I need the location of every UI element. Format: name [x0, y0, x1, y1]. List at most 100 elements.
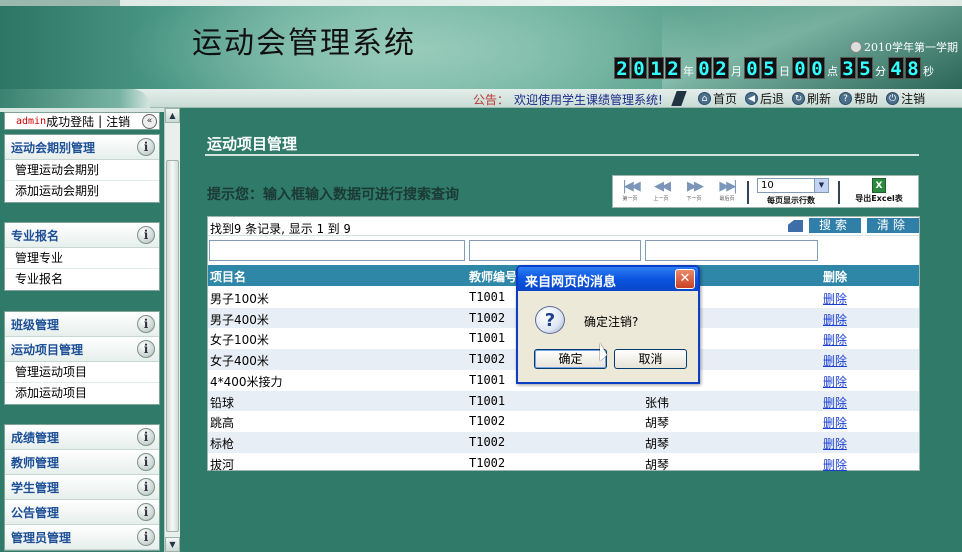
- menu-item-add-session[interactable]: 添加运动会期别: [5, 181, 159, 202]
- menu-item-manage-session[interactable]: 管理运动会期别: [5, 160, 159, 181]
- menu-group-session: 运动会期别管理 i 管理运动会期别 添加运动会期别: [4, 134, 160, 203]
- power-icon: ⏻: [886, 92, 900, 105]
- info-icon: i: [137, 528, 155, 546]
- clear-button[interactable]: 清除: [867, 218, 919, 233]
- clock-digit: 2: [614, 57, 630, 80]
- delete-link[interactable]: 删除: [823, 373, 847, 390]
- scroll-up-icon[interactable]: ▲: [165, 108, 180, 123]
- filter-input-name[interactable]: [209, 240, 465, 261]
- clock-digit: 3: [840, 57, 856, 80]
- first-page-label: 第一页: [622, 196, 638, 202]
- cancel-button[interactable]: 取消: [614, 349, 687, 369]
- home-link-label: 首页: [713, 92, 738, 106]
- next-page-icon: ▶▶: [687, 179, 704, 194]
- info-icon: i: [137, 453, 155, 471]
- system-title: 运动会管理系统: [192, 26, 416, 61]
- home-link[interactable]: ⌂ 首页: [698, 90, 737, 107]
- clock-digit: 8: [905, 57, 921, 80]
- export-excel-button[interactable]: X 导出Excel表: [843, 177, 915, 205]
- cell-teacher-name: 胡琴: [645, 436, 670, 451]
- menu-head-notice[interactable]: 公告管理 i: [5, 500, 159, 525]
- cell-teacher-id: T1001: [469, 393, 506, 408]
- back-link[interactable]: ◀ 后退: [745, 90, 784, 107]
- delete-link[interactable]: 删除: [823, 290, 847, 307]
- table-row: 跳高 T1002 胡琴 删除: [208, 411, 919, 432]
- menu-item-manage-event[interactable]: 管理运动项目: [5, 362, 159, 383]
- chevron-down-icon: ▼: [814, 179, 828, 192]
- next-page-button[interactable]: ▶▶ 下一页: [679, 180, 709, 204]
- cell-event-name: 拔河: [210, 457, 235, 472]
- menu-title: 管理员管理: [11, 530, 72, 545]
- delete-link[interactable]: 删除: [823, 331, 847, 348]
- first-page-button[interactable]: |◀◀ 第一页: [615, 180, 645, 204]
- sidebar-scrollbar[interactable]: ▲ ▼: [164, 108, 180, 552]
- question-icon: ?: [535, 306, 565, 334]
- menu-head-major[interactable]: 专业报名 i: [5, 223, 159, 248]
- notice-bar: 公告： 欢迎使用学生课绩管理系统! ⌂ 首页 ◀ 后退 ↻ 刷新 ? 帮助 ⏻ 注销: [0, 89, 962, 108]
- prev-page-button[interactable]: ◀◀ 上一页: [646, 180, 676, 204]
- filter-input-teacher[interactable]: [645, 240, 818, 261]
- delete-link[interactable]: 删除: [823, 456, 847, 473]
- pager-divider: [747, 181, 749, 204]
- digital-clock: 2012年 02月 05日 00点 35分 48秒: [614, 55, 936, 80]
- menu-head-class[interactable]: 班级管理 i: [5, 312, 159, 337]
- help-icon: ?: [839, 92, 853, 105]
- column-header-name[interactable]: 项目名: [210, 268, 246, 285]
- info-icon: i: [137, 138, 155, 156]
- refresh-link-label: 刷新: [807, 92, 832, 106]
- menu-title: 运动项目管理: [11, 342, 84, 357]
- menu-title: 公告管理: [11, 505, 60, 520]
- login-username: admin: [16, 115, 47, 127]
- cell-teacher-name: 胡琴: [645, 416, 670, 431]
- page-size-select[interactable]: 10 ▼: [757, 178, 829, 193]
- menu-head-teacher[interactable]: 教师管理 i: [5, 450, 159, 475]
- dialog-title: 来自网页的消息: [525, 275, 617, 290]
- menu-head-session[interactable]: 运动会期别管理 i: [5, 135, 159, 160]
- last-page-button[interactable]: ▶▶| 最后页: [712, 180, 742, 204]
- scrollbar-thumb[interactable]: [166, 160, 179, 532]
- cell-event-name: 女子100米: [210, 333, 269, 348]
- column-header-teacher-id[interactable]: 教师编号: [469, 268, 517, 285]
- clock-unit: 月: [731, 65, 742, 78]
- filter-input-teacher-id[interactable]: [469, 240, 641, 261]
- clock-digit: 0: [809, 57, 825, 80]
- cell-teacher-id: T1002: [469, 352, 506, 367]
- menu-head-event[interactable]: 运动项目管理 i: [5, 337, 159, 362]
- cell-event-name: 男子100米: [210, 292, 269, 306]
- menu-group-class-event: 班级管理 i 运动项目管理 i 管理运动项目 添加运动项目: [4, 311, 160, 405]
- clock-digit: 2: [665, 57, 681, 80]
- scroll-down-icon[interactable]: ▼: [165, 537, 180, 552]
- menu-head-admin[interactable]: 管理员管理 i: [5, 525, 159, 550]
- header-banner: 运动会管理系统 2010学年第一学期 2012年 02月 05日 00点 35分…: [0, 0, 962, 89]
- term-label: 2010学年第一学期: [850, 39, 958, 55]
- confirm-dialog: 来自网页的消息 ✕ ? 确定注销? 确定 取消: [516, 265, 700, 384]
- menu-head-score[interactable]: 成绩管理 i: [5, 425, 159, 450]
- menu-item-add-event[interactable]: 添加运动项目: [5, 383, 159, 404]
- menu-item-manage-major[interactable]: 管理专业: [5, 248, 159, 269]
- menu-title: 学生管理: [11, 480, 60, 495]
- cell-teacher-id: T1001: [469, 331, 506, 346]
- help-link[interactable]: ? 帮助: [839, 90, 878, 107]
- delete-link[interactable]: 删除: [823, 311, 847, 328]
- dialog-titlebar[interactable]: 来自网页的消息 ✕: [518, 267, 698, 291]
- sidebar-logout-link[interactable]: 注销: [106, 113, 130, 130]
- search-button[interactable]: 搜索: [809, 218, 861, 233]
- cell-teacher-id: T1002: [469, 310, 506, 325]
- delete-link[interactable]: 删除: [823, 352, 847, 369]
- menu-head-student[interactable]: 学生管理 i: [5, 475, 159, 500]
- page-size-value: 10: [761, 180, 774, 191]
- delete-link[interactable]: 删除: [823, 414, 847, 431]
- menu-item-major-signup[interactable]: 专业报名: [5, 269, 159, 290]
- delete-link[interactable]: 删除: [823, 435, 847, 452]
- refresh-link[interactable]: ↻ 刷新: [792, 90, 831, 107]
- logout-link[interactable]: ⏻ 注销: [886, 90, 925, 107]
- ok-button[interactable]: 确定: [534, 349, 607, 369]
- login-status-text: 成功登陆: [46, 114, 95, 129]
- clock-unit: 年: [683, 65, 694, 78]
- search-hint: 提示您：输入框输入数据可进行搜索查询: [207, 187, 459, 203]
- delete-link[interactable]: 删除: [823, 394, 847, 411]
- close-icon[interactable]: ✕: [675, 269, 695, 289]
- collapse-sidebar-icon[interactable]: «: [142, 114, 157, 129]
- home-icon: ⌂: [698, 92, 711, 105]
- cell-teacher-id: T1002: [469, 434, 506, 449]
